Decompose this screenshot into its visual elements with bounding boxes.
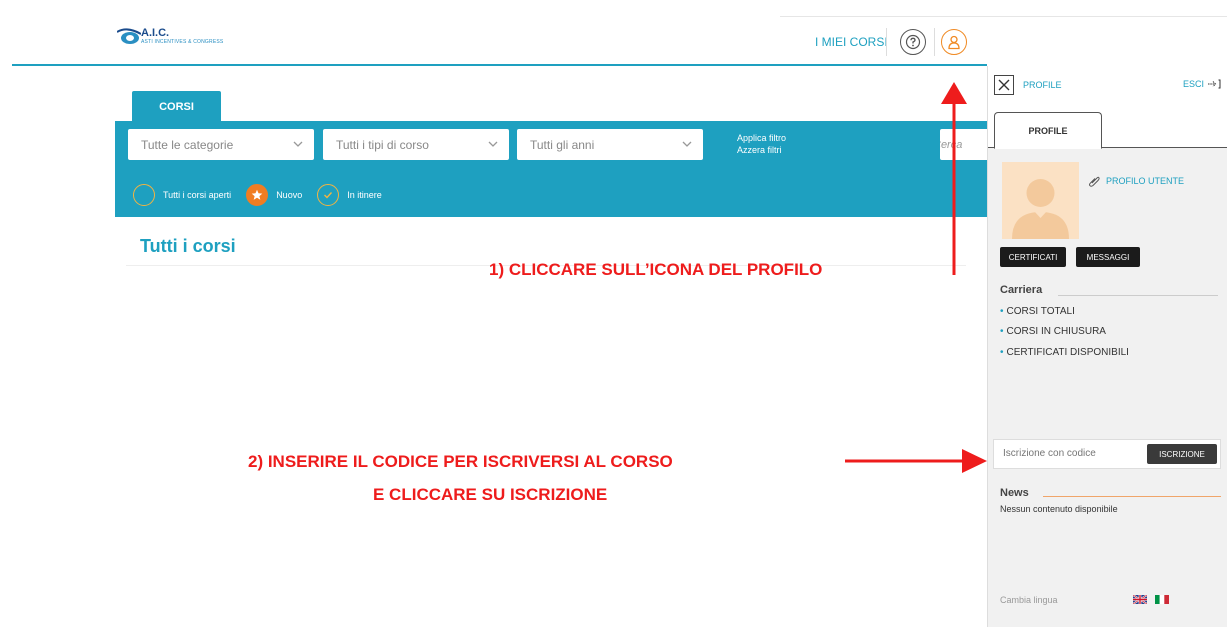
career-item-closing[interactable]: • CORSI IN CHIUSURA bbox=[1000, 326, 1106, 337]
news-divider bbox=[1043, 496, 1221, 497]
logout-icon bbox=[1208, 79, 1221, 89]
change-language-label: Cambia lingua bbox=[1000, 595, 1058, 605]
drawer-header: PROFILE ESCI bbox=[988, 66, 1227, 110]
user-profile-link[interactable]: PROFILO UTENTE bbox=[1088, 175, 1184, 187]
bullet: • bbox=[1000, 306, 1004, 317]
logout-link[interactable]: ESCI bbox=[1183, 79, 1221, 89]
arrow-up-icon bbox=[941, 82, 967, 275]
career-title: Carriera bbox=[1000, 284, 1043, 296]
certificates-button[interactable]: CERTIFICATI bbox=[1000, 247, 1066, 267]
drawer-tabs: PROFILE bbox=[988, 110, 1227, 149]
italy-flag-icon[interactable] bbox=[1155, 595, 1169, 604]
career-item-label: CORSI TOTALI bbox=[1006, 306, 1075, 317]
career-item-label: CERTIFICATI DISPONIBILI bbox=[1006, 347, 1129, 358]
messages-button[interactable]: MESSAGGI bbox=[1076, 247, 1140, 267]
news-empty-message: Nessun contenuto disponibile bbox=[1000, 504, 1118, 514]
enroll-with-code: ISCRIZIONE bbox=[993, 439, 1221, 469]
close-icon bbox=[998, 79, 1010, 91]
career-divider bbox=[1058, 295, 1218, 296]
tab-profile[interactable]: PROFILE bbox=[994, 112, 1102, 149]
news-title: News bbox=[1000, 487, 1029, 499]
close-button[interactable] bbox=[994, 75, 1014, 95]
career-item-total[interactable]: • CORSI TOTALI bbox=[1000, 306, 1075, 317]
career-item-label: CORSI IN CHIUSURA bbox=[1006, 326, 1106, 337]
bullet: • bbox=[1000, 326, 1004, 337]
profile-drawer: PROFILE ESCI PROFILE PROFILO UTENTE CERT… bbox=[987, 66, 1227, 627]
arrow-right-icon bbox=[845, 449, 987, 473]
uk-flag-icon[interactable] bbox=[1133, 595, 1147, 604]
drawer-profile-link[interactable]: PROFILE bbox=[1023, 80, 1062, 90]
avatar bbox=[1002, 162, 1079, 239]
user-profile-label: PROFILO UTENTE bbox=[1106, 176, 1185, 186]
career-item-certificates[interactable]: • CERTIFICATI DISPONIBILI bbox=[1000, 347, 1129, 358]
logout-label: ESCI bbox=[1183, 79, 1205, 89]
paperclip-icon bbox=[1089, 176, 1100, 187]
avatar-placeholder-icon bbox=[1012, 179, 1069, 239]
enroll-button[interactable]: ISCRIZIONE bbox=[1147, 444, 1217, 464]
bullet: • bbox=[1000, 347, 1004, 358]
enroll-code-input[interactable] bbox=[1003, 448, 1133, 459]
